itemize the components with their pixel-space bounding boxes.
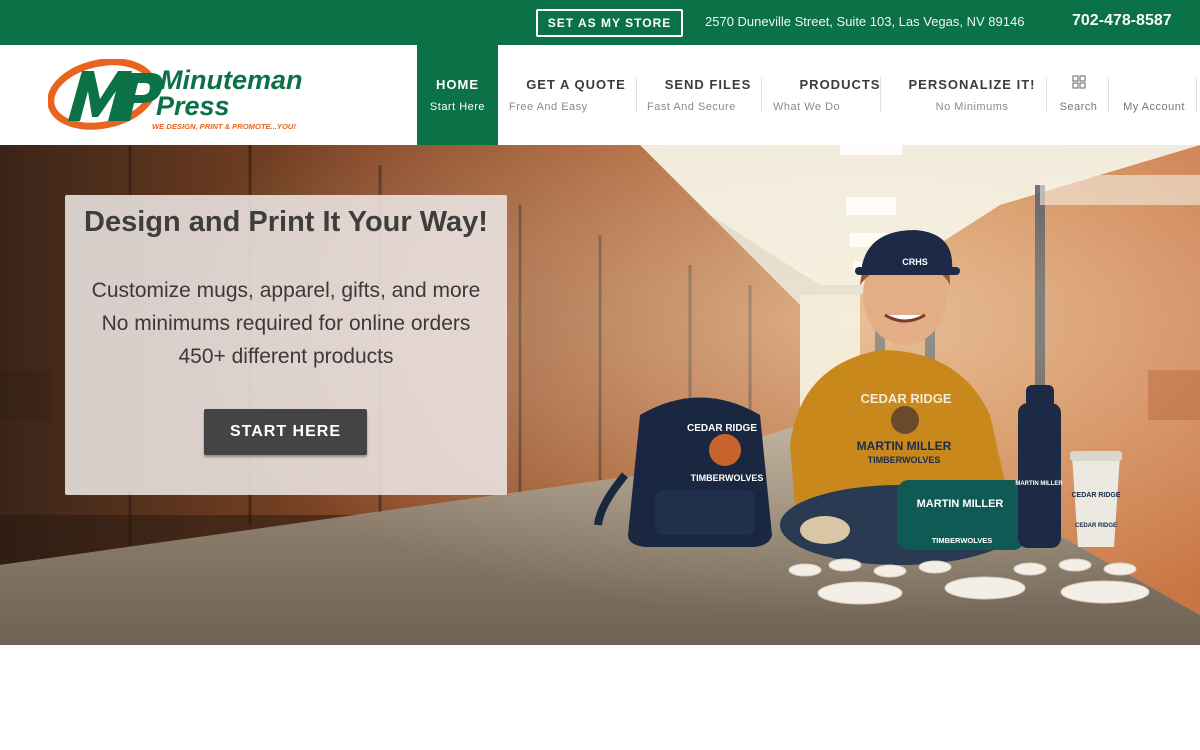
tumbler-illustration: CEDAR RIDGE CEDAR RIDGE	[1070, 451, 1122, 547]
svg-text:TIMBERWOLVES: TIMBERWOLVES	[932, 536, 993, 545]
nav-get-a-quote[interactable]: GET A QUOTE Free And Easy	[505, 45, 647, 145]
nav-products-subtitle: What We Do	[773, 101, 841, 113]
nav-divider	[636, 77, 637, 113]
hero-line: 450+ different products	[178, 345, 394, 368]
nav-send-files-title: SEND FILES	[664, 77, 752, 92]
water-bottle-illustration: MARTIN MILLER	[1015, 385, 1063, 548]
slider-prev-arrow[interactable]	[0, 370, 52, 420]
store-phone[interactable]: 702-478-8587	[1072, 12, 1172, 30]
svg-text:MARTIN MILLER: MARTIN MILLER	[917, 498, 1004, 510]
nav-home[interactable]: HOME Start Here	[417, 45, 498, 145]
hero-text-panel: Design and Print It Your Way! Customize …	[65, 195, 507, 495]
search-icon	[1050, 75, 1107, 92]
start-here-button[interactable]: START HERE	[204, 409, 367, 455]
nav-get-a-quote-title: GET A QUOTE	[526, 77, 626, 92]
nav-send-files[interactable]: SEND FILES Fast And Secure	[645, 45, 771, 145]
hero-line: Customize mugs, apparel, gifts, and more	[91, 279, 481, 302]
nav-divider	[1046, 77, 1047, 113]
nav-divider	[1196, 77, 1197, 113]
pencil-pouch-illustration: MARTIN MILLER TIMBERWOLVES	[897, 480, 1025, 550]
svg-text:CEDAR RIDGE: CEDAR RIDGE	[1075, 523, 1117, 529]
svg-text:CEDAR RIDGE: CEDAR RIDGE	[1071, 492, 1120, 499]
nav-send-files-subtitle: Fast And Secure	[647, 101, 736, 113]
top-bar: SET AS MY STORE 2570 Duneville Street, S…	[0, 0, 1200, 45]
search-button[interactable]: Search	[1050, 45, 1107, 145]
nav-home-subtitle: Start Here	[429, 101, 486, 113]
nav-personalize-it[interactable]: PERSONALIZE IT! No Minimums	[895, 45, 1049, 145]
nav-products[interactable]: PRODUCTS What We Do	[770, 45, 890, 145]
svg-text:MARTIN MILLER: MARTIN MILLER	[1015, 481, 1063, 487]
nav-divider	[761, 77, 762, 113]
nav-personalize-it-subtitle: No Minimums	[935, 101, 1009, 113]
hero-banner: CEDAR RIDGE TIMBERWOLVES CRHS CEDAR RIDG…	[0, 145, 1200, 645]
my-account-label: My Account	[1123, 101, 1185, 113]
main-header: Minuteman Press WE DESIGN, PRINT & PROMO…	[0, 45, 1200, 145]
nav-products-title: PRODUCTS	[799, 77, 881, 92]
set-as-my-store-button[interactable]: SET AS MY STORE	[536, 9, 683, 37]
svg-text:CEDAR RIDGE: CEDAR RIDGE	[860, 391, 951, 406]
minuteman-press-logo[interactable]: Minuteman Press WE DESIGN, PRINT & PROMO…	[47, 58, 318, 131]
nav-divider	[880, 77, 881, 113]
svg-text:TIMBERWOLVES: TIMBERWOLVES	[868, 455, 941, 465]
svg-text:Press: Press	[156, 91, 230, 121]
my-account-button[interactable]: My Account	[1112, 45, 1196, 145]
search-label: Search	[1059, 101, 1098, 113]
svg-text:WE DESIGN, PRINT & PROMOTE...Y: WE DESIGN, PRINT & PROMOTE...YOU!	[152, 122, 296, 131]
svg-text:CEDAR RIDGE: CEDAR RIDGE	[687, 423, 757, 434]
nav-personalize-it-title: PERSONALIZE IT!	[908, 77, 1036, 92]
svg-text:TIMBERWOLVES: TIMBERWOLVES	[691, 473, 764, 483]
nav-home-title: HOME	[436, 77, 479, 92]
nav-get-a-quote-subtitle: Free And Easy	[509, 101, 588, 113]
hero-title: Design and Print It Your Way!	[84, 206, 488, 238]
svg-text:MARTIN MILLER: MARTIN MILLER	[857, 439, 952, 453]
svg-text:CRHS: CRHS	[902, 257, 928, 267]
hero-line: No minimums required for online orders	[101, 312, 471, 335]
slider-next-arrow[interactable]	[1148, 370, 1200, 420]
store-address: 2570 Duneville Street, Suite 103, Las Ve…	[705, 14, 1025, 29]
nav-divider	[1108, 77, 1109, 113]
